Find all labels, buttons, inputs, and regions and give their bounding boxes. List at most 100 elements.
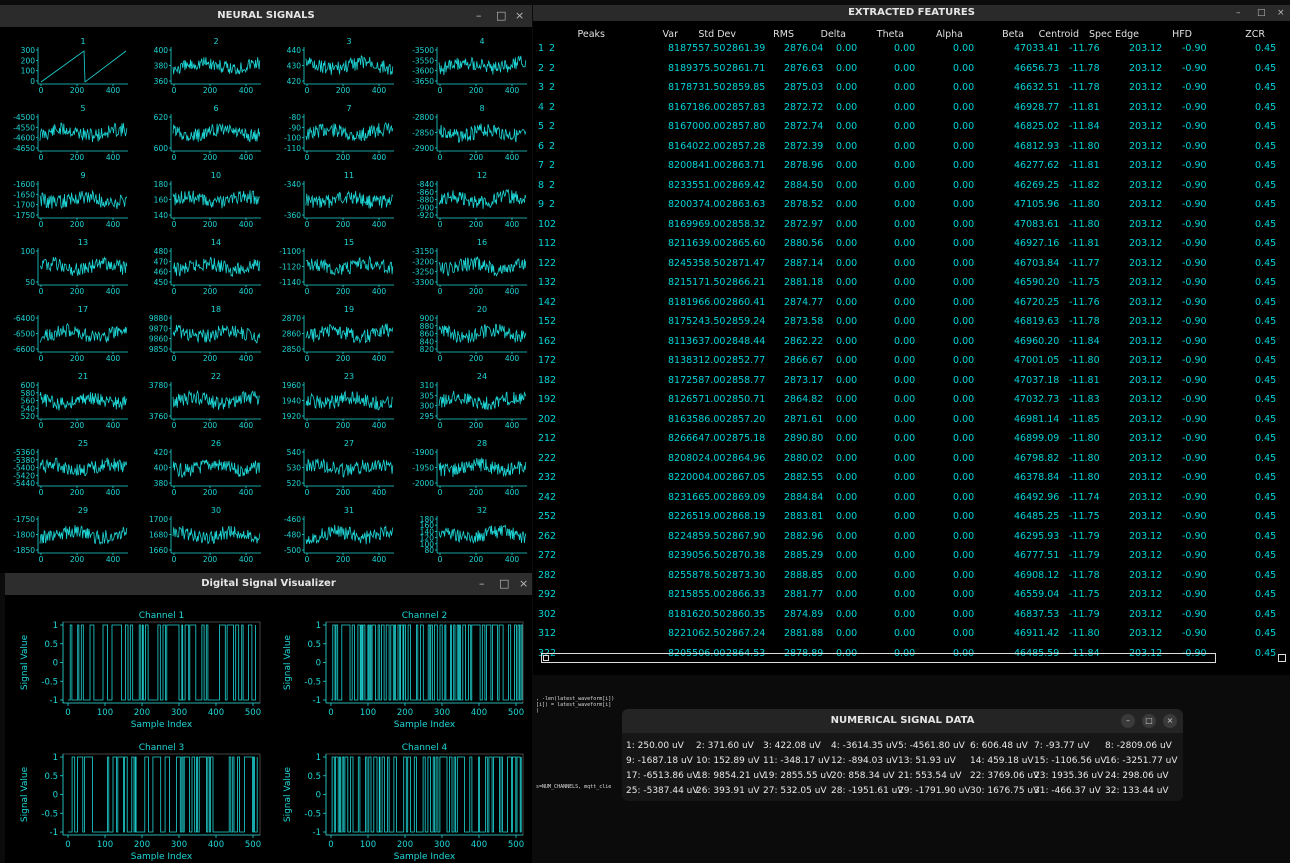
table-row[interactable]: 29 2 8215855.00 2866.33 2881.77 0.00 0.00 0.00 4… [533,585,1290,605]
cell-peaks: 2 [550,491,557,503]
x-tick-label: 400 [471,708,487,718]
table-row[interactable]: 10 2 8169969.00 2858.32 2872.97 0.00 0.00 0.00 4… [533,215,1290,235]
table-cell: 46485.25 [1014,511,1060,522]
neural-signals-grid: 130020010000 200 40024003803600 200 40034404… [13,37,527,564]
maximize-button[interactable]: □ [1142,714,1156,728]
channel-value: 10: 152.89 uV [696,756,760,766]
minimize-button[interactable]: – [1121,714,1135,728]
x-tick-label: 0 [305,488,310,497]
table-cell: 0.45 [1255,472,1277,483]
table-row[interactable]: 19 2 8126571.00 2850.71 2864.82 0.00 0.00 0.00 4… [533,390,1290,410]
cell-peaks: 2 [549,179,556,191]
row-index: 13 [538,277,551,288]
table-row[interactable]: 17 2 8138312.00 2852.77 2866.67 0.00 0.00 0.00 4… [533,351,1290,371]
minimize-button[interactable]: – [1236,5,1241,21]
table-cell: -0.90 [1182,238,1207,249]
table-cell: 203.12 [1129,433,1163,444]
table-row[interactable]: 2 2 8189375.50 2861.71 2876.63 0.00 0.00 0.00 46… [533,59,1290,79]
y-tick-label: 1660 [149,546,168,555]
scrollbar-handle[interactable] [543,655,549,661]
y-tick-label: 430 [287,62,302,71]
table-row[interactable]: 3 2 8178731.50 2859.85 2875.03 0.00 0.00 0.00 46… [533,78,1290,98]
close-button[interactable]: × [519,573,528,595]
scroll-right-button[interactable] [1278,654,1286,662]
table-cell: 8175243.50 [668,316,726,327]
x-tick-label: 400 [505,220,520,229]
table-row[interactable]: 30 2 8181620.50 2860.35 2874.89 0.00 0.00 0.00 4… [533,605,1290,625]
table-row[interactable]: 16 2 8113637.00 2848.44 2862.22 0.00 0.00 0.00 4… [533,332,1290,352]
maximize-button[interactable]: □ [496,5,506,27]
table-row[interactable]: 12 2 8245358.50 2871.47 2887.14 0.00 0.00 0.00 4… [533,254,1290,274]
table-cell: 47105.96 [1014,199,1060,210]
y-tick-label: 530 [287,464,302,473]
table-row[interactable]: 18 2 8172587.00 2858.77 2873.17 0.00 0.00 0.00 4… [533,371,1290,391]
close-button[interactable]: × [515,5,524,27]
y-tick-label: 310 [420,381,435,390]
table-cell: 0.45 [1255,101,1277,113]
x-tick-label: 0 [39,555,44,564]
y-tick-label: -4500 [13,113,35,122]
table-row[interactable]: 22 2 8208024.00 2864.96 2880.02 0.00 0.00 0.00 4… [533,449,1290,469]
table-cell: 0.00 [953,160,975,171]
table-row[interactable]: 21 2 8266647.00 2875.18 2890.80 0.00 0.00 0.00 4… [533,429,1290,449]
table-cell: 47032.73 [1014,394,1060,405]
table-cell: 0.00 [953,530,975,542]
x-tick-label: 200 [469,488,484,497]
table-row[interactable]: 23 2 8220004.00 2867.05 2882.55 0.00 0.00 0.00 4… [533,468,1290,488]
maximize-button[interactable]: □ [1257,5,1266,21]
table-cell: 0.00 [894,550,916,561]
table-cell: 46777.51 [1014,550,1060,561]
digital-titlebar[interactable]: Digital Signal Visualizer [5,573,532,595]
close-button[interactable]: × [1163,714,1177,728]
table-row[interactable]: 6 2 8164022.00 2857.28 2872.39 0.00 0.00 0.00 46… [533,137,1290,157]
table-cell: 0.45 [1255,121,1277,132]
y-tick-label: 380 [154,62,169,71]
table-cell: 0.00 [836,296,858,308]
table-row[interactable]: 25 2 8226519.00 2868.19 2883.81 0.00 0.00 0.00 4… [533,507,1290,527]
table-row[interactable]: 9 2 8200374.00 2863.63 2878.52 0.00 0.00 0.00 47… [533,195,1290,215]
cell-peaks: 2 [550,238,557,249]
table-row[interactable]: 20 2 8163586.00 2857.20 2871.61 0.00 0.00 0.00 4… [533,410,1290,430]
table-row[interactable]: 28 2 8255878.50 2873.30 2888.85 0.00 0.00 0.00 4… [533,566,1290,586]
x-tick-label: 400 [239,421,254,430]
x-axis-label: Sample Index [131,852,193,862]
minimize-button[interactable]: – [476,5,482,27]
table-row[interactable]: 31 2 8221062.50 2867.24 2881.88 0.00 0.00 0.00 4… [533,624,1290,644]
table-cell: -0.90 [1182,374,1207,386]
close-button[interactable]: × [1277,5,1285,21]
table-cell: -0.90 [1182,355,1207,366]
table-row[interactable]: 5 2 8167000.00 2857.80 2872.74 0.00 0.00 0.00 46… [533,117,1290,137]
table-row[interactable]: 15 2 8175243.50 2859.24 2873.58 0.00 0.00 0.00 4… [533,312,1290,332]
horizontal-scrollbar[interactable] [541,653,1216,663]
table-cell: -11.74 [1069,491,1100,503]
x-tick-label: 0 [39,86,44,95]
table-row[interactable]: 11 2 8211639.00 2865.60 2880.56 0.00 0.00 0.00 4… [533,234,1290,254]
x-tick-label: 0 [172,555,177,564]
table-row[interactable]: 4 2 8167186.00 2857.83 2872.72 0.00 0.00 0.00 46… [533,98,1290,118]
table-row[interactable]: 14 2 8181966.00 2860.41 2874.77 0.00 0.00 0.00 4… [533,293,1290,313]
signal-trace [305,54,394,75]
table-cell: -11.75 [1069,511,1100,522]
row-index: 8 [538,179,545,191]
table-cell: 2874.77 [784,296,824,308]
minimize-button[interactable]: – [479,573,485,595]
table-row[interactable]: 1 2 8187557.50 2861.39 2876.04 0.00 0.00 0.00 47… [533,39,1290,59]
features-titlebar[interactable]: EXTRACTED FEATURES [533,5,1290,21]
table-cell: 8126571.00 [668,394,726,405]
table-cell: 2864.96 [726,452,766,464]
maximize-button[interactable]: □ [499,573,509,595]
neural-signals-titlebar[interactable]: NEURAL SIGNALS [0,5,532,27]
table-cell: 203.12 [1129,394,1163,405]
table-row[interactable]: 7 2 8200841.00 2863.71 2878.96 0.00 0.00 0.00 46… [533,156,1290,176]
x-tick-label: 0 [305,555,310,564]
table-row[interactable]: 24 2 8231665.00 2869.09 2884.84 0.00 0.00 0.00 4… [533,488,1290,508]
table-row[interactable]: 27 2 8239056.50 2870.38 2885.29 0.00 0.00 0.00 4… [533,546,1290,566]
numeric-titlebar[interactable]: NUMERICAL SIGNAL DATA [622,709,1183,733]
table-row[interactable]: 13 2 8215171.50 2866.21 2881.18 0.00 0.00 0.00 4… [533,273,1290,293]
table-cell: -11.80 [1069,628,1100,639]
y-tick-label: -6600 [13,345,35,354]
table-row[interactable]: 8 2 8233551.00 2869.42 2884.50 0.00 0.00 0.00 46… [533,176,1290,196]
x-tick-label: 400 [372,488,387,497]
y-tick-label: -1140 [279,278,301,287]
table-row[interactable]: 26 2 8224859.50 2867.90 2882.96 0.00 0.00 0.00 4… [533,527,1290,547]
